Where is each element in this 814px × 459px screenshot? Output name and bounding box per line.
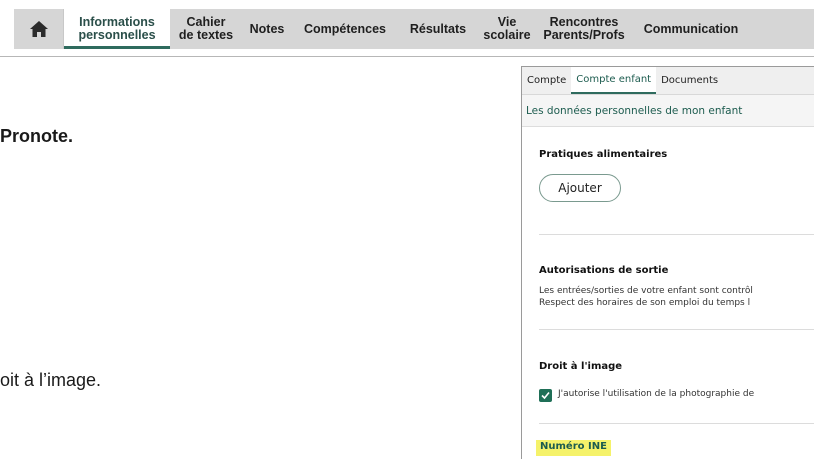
image-right-checkbox[interactable] bbox=[539, 389, 552, 402]
nav-cahier-de-textes[interactable]: Cahier de textes bbox=[170, 9, 242, 49]
nav-bar: Informations personnelles Cahier de text… bbox=[14, 9, 814, 49]
exit-section-title: Autorisations de sortie bbox=[539, 265, 669, 276]
checkmark-icon bbox=[541, 391, 550, 400]
nav-communication[interactable]: Communication bbox=[632, 9, 750, 49]
nav-competences[interactable]: Compétences bbox=[292, 9, 398, 49]
top-navigation: Informations personnelles Cahier de text… bbox=[0, 0, 814, 57]
tab-documents[interactable]: Documents bbox=[656, 67, 723, 94]
account-panel: Compte Compte enfant Documents Les donné… bbox=[521, 66, 814, 459]
divider bbox=[539, 234, 814, 235]
nav-rencontres-parents-profs[interactable]: Rencontres Parents/Profs bbox=[536, 9, 632, 49]
panel-header: Les données personnelles de mon enfant bbox=[522, 95, 814, 127]
tab-compte[interactable]: Compte bbox=[522, 67, 571, 94]
nav-resultats[interactable]: Résultats bbox=[398, 9, 478, 49]
instruction-text-droit-image: oit à l’image. bbox=[0, 370, 102, 390]
home-button[interactable] bbox=[14, 9, 64, 49]
nav-informations-personnelles[interactable]: Informations personnelles bbox=[64, 9, 170, 49]
panel-tabs: Compte Compte enfant Documents bbox=[522, 67, 814, 95]
instruction-text-pronote: Pronote. bbox=[0, 126, 74, 146]
nav-vie-scolaire[interactable]: Vie scolaire bbox=[478, 9, 536, 49]
tab-compte-enfant[interactable]: Compte enfant bbox=[571, 67, 657, 94]
add-button[interactable]: Ajouter bbox=[539, 174, 621, 202]
exit-description-line1: Les entrées/sorties de votre enfant sont… bbox=[539, 286, 753, 296]
exit-description-line2: Respect des horaires de son emploi du te… bbox=[539, 298, 751, 308]
image-right-checkbox-label: J'autorise l'utilisation de la photograp… bbox=[558, 389, 755, 399]
nav-notes[interactable]: Notes bbox=[242, 9, 292, 49]
image-right-section-title: Droit à l'image bbox=[539, 361, 623, 372]
divider bbox=[539, 423, 814, 424]
ine-number-title: Numéro INE bbox=[536, 440, 611, 456]
divider bbox=[539, 329, 814, 330]
home-icon bbox=[29, 21, 48, 37]
food-section-title: Pratiques alimentaires bbox=[539, 149, 668, 160]
